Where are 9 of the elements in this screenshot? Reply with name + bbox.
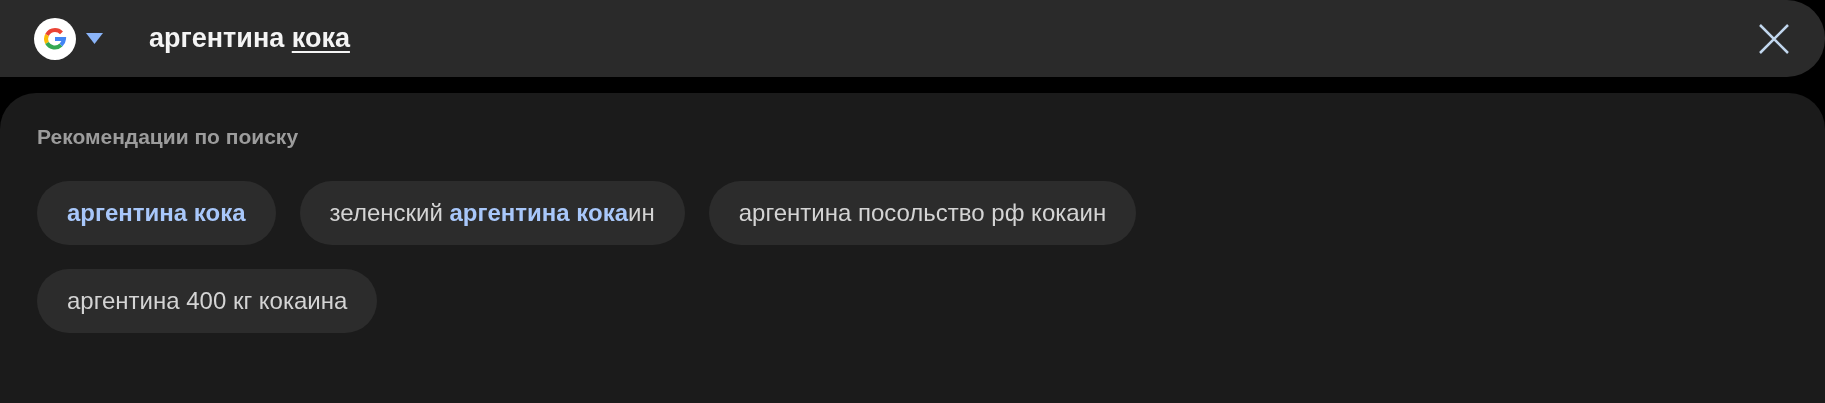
suggestion-chip[interactable]: аргентина 400 кг кокаина — [37, 269, 378, 333]
section-heading: Рекомендации по поиску — [37, 125, 299, 149]
suggestion-chip[interactable]: зеленский аргентина кокаин — [299, 181, 685, 245]
close-button[interactable] — [1757, 21, 1791, 56]
suggestion-chip[interactable]: аргентина кока — [37, 181, 276, 245]
search-field[interactable]: аргентина кока — [149, 23, 350, 54]
caret-icon[interactable] — [86, 33, 103, 44]
search-engine-logo-icon[interactable] — [34, 17, 76, 60]
suggestion-chip[interactable]: аргентина посольство рф кокаин — [708, 181, 1137, 245]
